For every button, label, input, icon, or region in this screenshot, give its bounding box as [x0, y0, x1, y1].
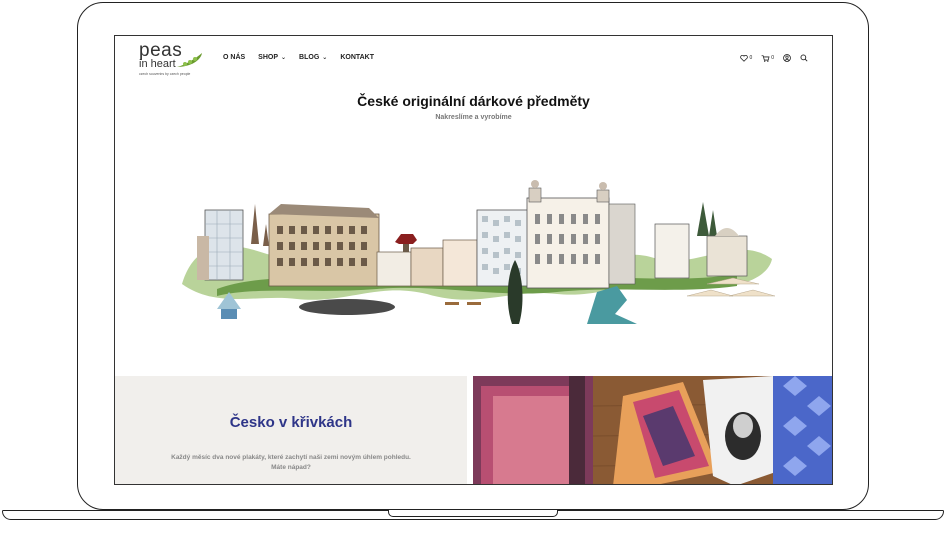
pea-pod-icon [177, 53, 202, 67]
nav-item-label: BLOG [299, 54, 320, 61]
cart-button[interactable]: 0 [761, 54, 774, 62]
wishlist-count: 0 [749, 55, 753, 61]
poster-book-photo[interactable] [473, 376, 833, 485]
cart-count: 0 [771, 55, 774, 61]
brand-name-line2: in heart [139, 58, 176, 70]
wishlist-button[interactable]: 0 [740, 54, 753, 62]
nav-item-label: KONTAKT [340, 54, 375, 61]
brand-logo[interactable]: peas in heart czech souvenirs by czech p… [139, 40, 209, 76]
city-skyline-illustration [182, 180, 776, 324]
header-icons: 0 0 [740, 54, 808, 62]
hero-subtitle: Nakreslíme a vyrobíme [435, 114, 512, 121]
nav-item-shop[interactable]: SHOP ⌄ [258, 54, 286, 61]
nav-item-o-nas[interactable]: O NÁS [223, 54, 245, 61]
chevron-down-icon: ⌄ [281, 55, 287, 61]
main-nav: O NÁS SHOP ⌄ BLOG ⌄ KONTAKT [223, 54, 374, 61]
heart-icon [740, 54, 749, 62]
nav-item-blog[interactable]: BLOG ⌄ [299, 54, 327, 61]
nav-item-kontakt[interactable]: KONTAKT [340, 54, 374, 61]
search-button[interactable] [800, 54, 808, 62]
search-icon [800, 54, 808, 62]
hero-title: České originální dárkové předměty [357, 93, 590, 109]
account-button[interactable] [783, 54, 791, 62]
promo-title[interactable]: Česko v křivkách [115, 414, 467, 431]
browser-screen: peas in heart czech souvenirs by czech p… [114, 35, 833, 485]
promo-text: Každý měsíc dva nové plakáty, které zach… [171, 454, 411, 471]
laptop-notch [388, 510, 558, 517]
chevron-down-icon: ⌄ [322, 55, 328, 61]
brand-tagline: czech souvenirs by czech people [139, 72, 191, 76]
user-icon [783, 54, 791, 62]
cart-icon [761, 54, 770, 62]
nav-item-label: O NÁS [223, 54, 246, 61]
promo-section: Česko v křivkách Každý měsíc dva nové pl… [115, 376, 467, 484]
nav-item-label: SHOP [258, 54, 279, 61]
